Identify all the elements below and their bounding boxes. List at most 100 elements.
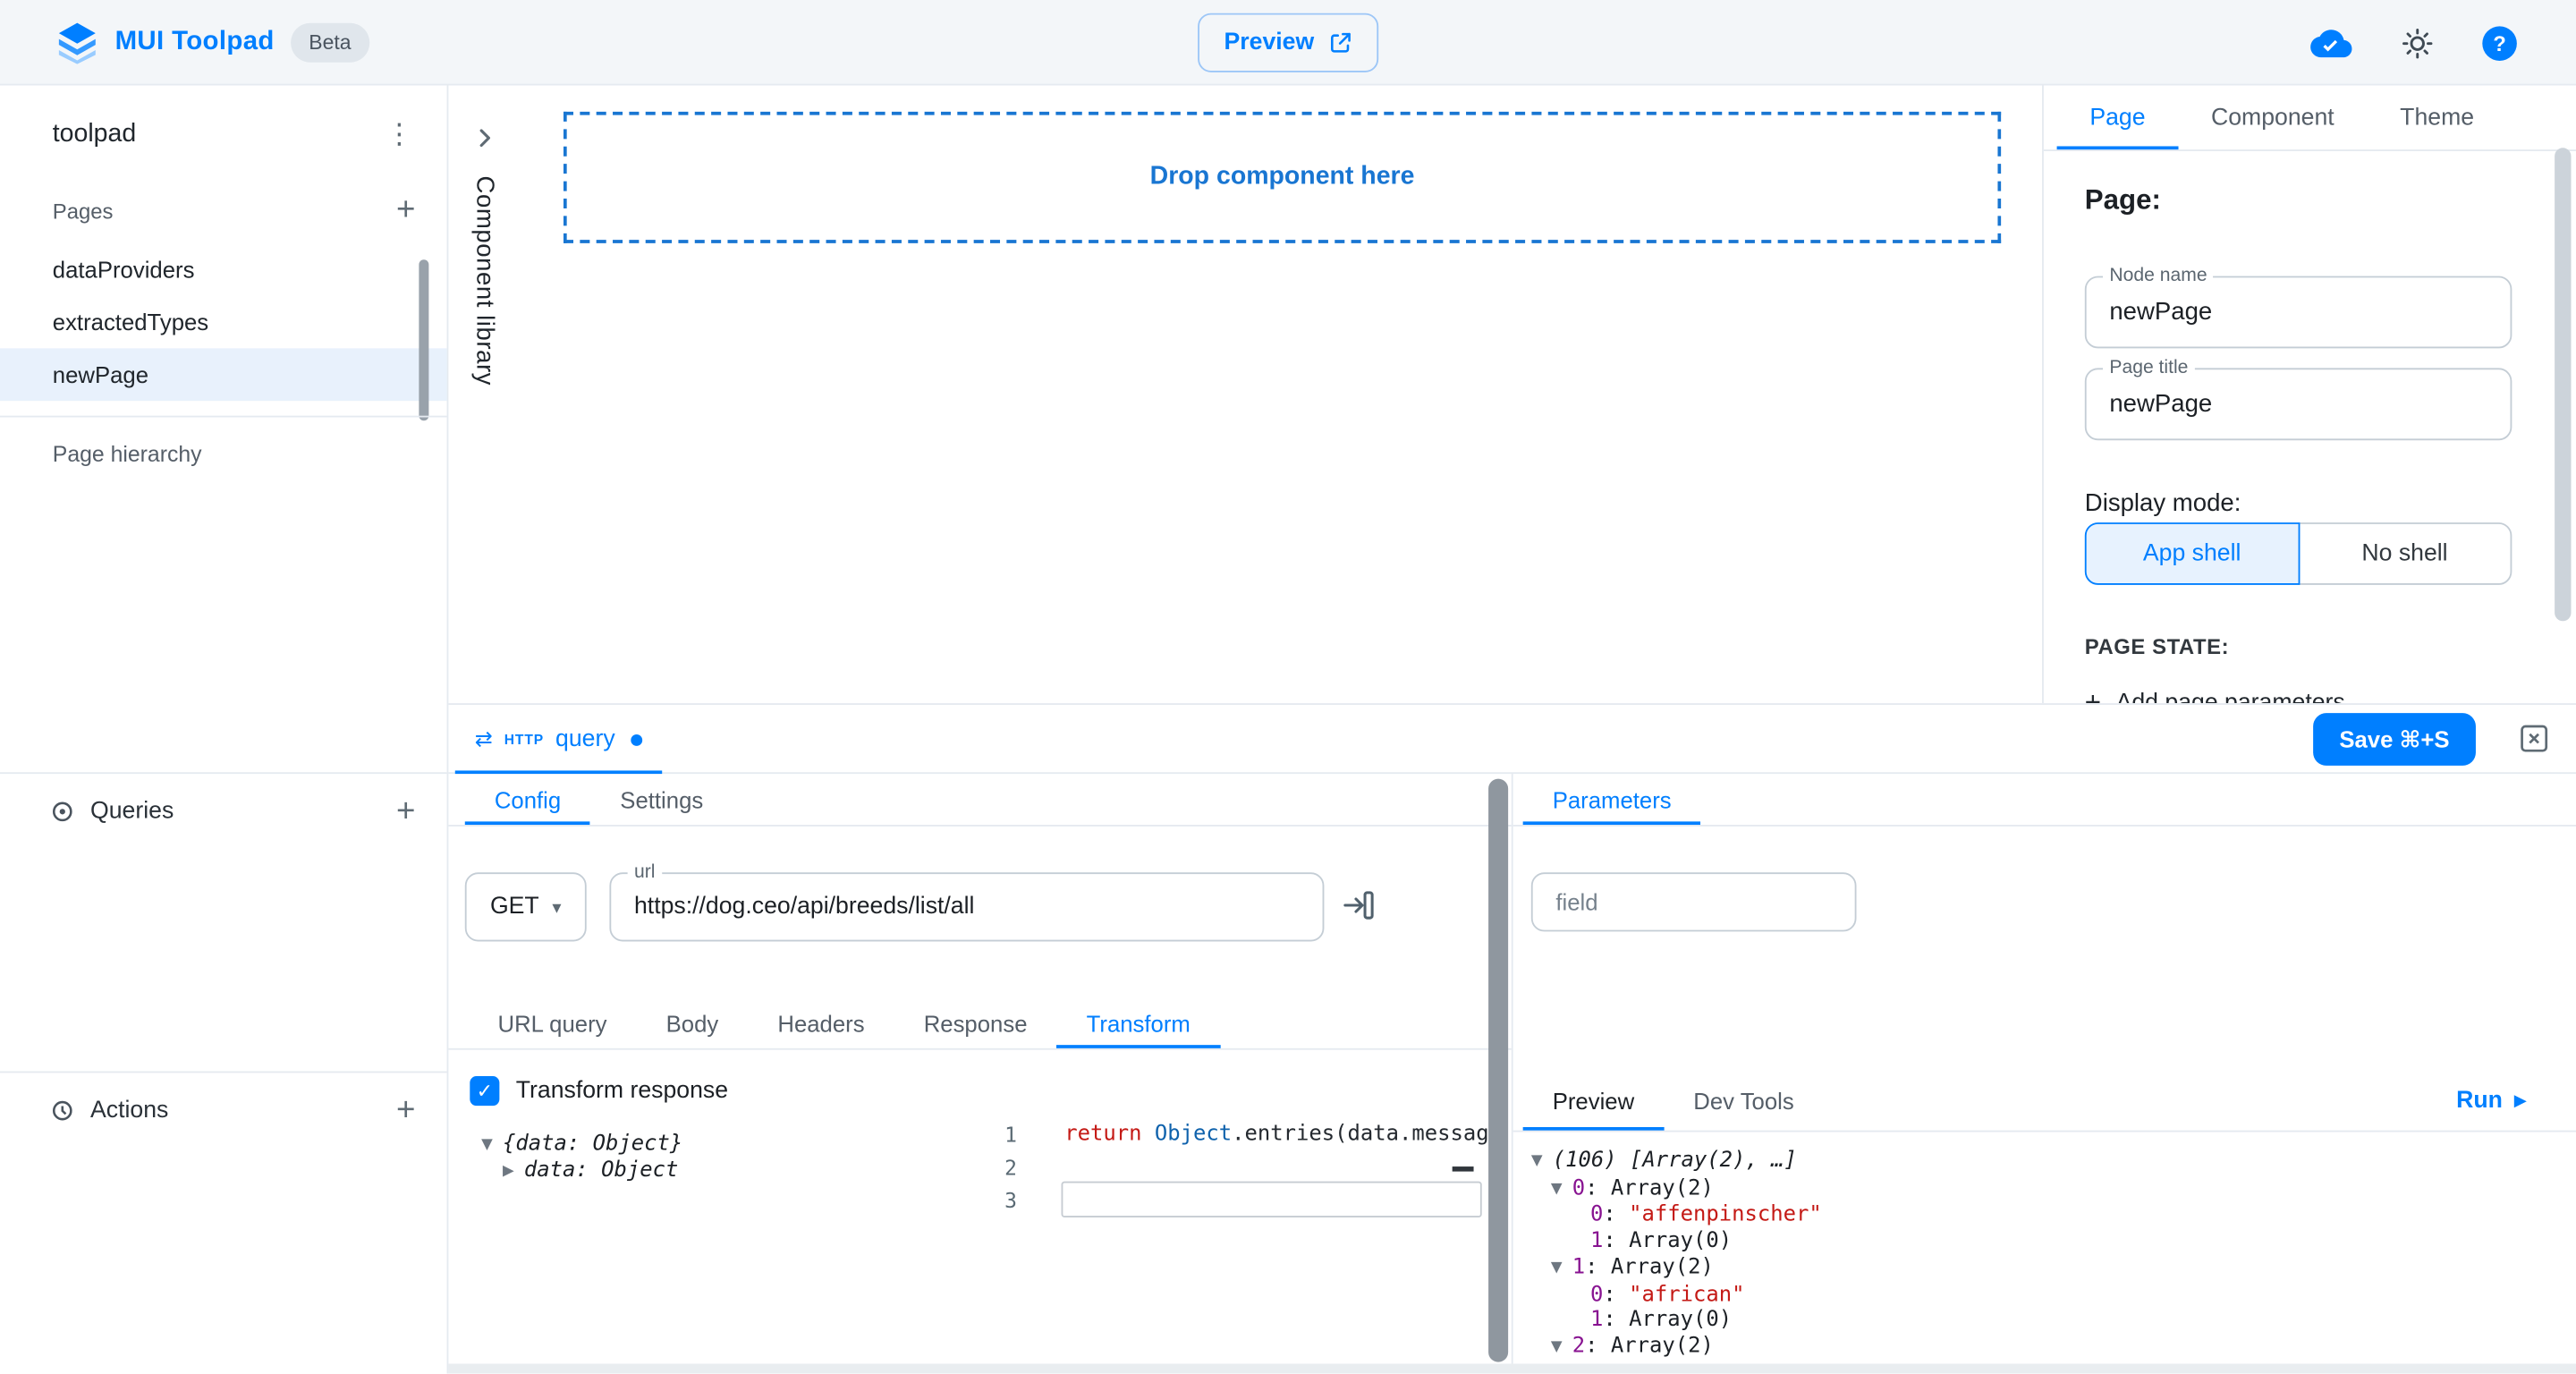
tree-child-row[interactable]: ▶data: Object: [481, 1158, 682, 1184]
editor-overflow-dash: [1453, 1166, 1474, 1172]
config-scrollbar-thumb[interactable]: [1488, 779, 1508, 1362]
tab-page[interactable]: Page: [2057, 86, 2179, 150]
code-line-1: return Object.entries(data.messag: [1064, 1119, 1488, 1152]
tab-config[interactable]: Config: [465, 774, 590, 825]
url-value: https://dog.ceo/api/breeds/list/all: [634, 894, 974, 920]
console-preview: (106) [Array(2), …]: [1553, 1149, 1797, 1174]
sidebar-scrollbar-thumb[interactable]: [419, 259, 428, 420]
code-editor[interactable]: 1 2 3 return Object.entries(data.messag: [948, 1106, 1484, 1363]
actions-section-row[interactable]: Actions +: [49, 1084, 427, 1137]
http-method-badge: HTTP: [504, 731, 544, 747]
tree-root-row[interactable]: ▼{data: Object}: [481, 1132, 682, 1158]
code-variable: data: [1348, 1122, 1400, 1147]
transform-response-label: Transform response: [516, 1078, 728, 1104]
divider: [0, 1072, 447, 1073]
console-row[interactable]: ▼1: Array(2): [1531, 1255, 2576, 1283]
tab-dev-tools[interactable]: Dev Tools: [1664, 1070, 1824, 1131]
add-action-button[interactable]: +: [385, 1090, 428, 1132]
help-icon[interactable]: ?: [2482, 25, 2517, 60]
page-title-field[interactable]: Page title newPage: [2085, 368, 2512, 440]
console-row[interactable]: ▼(106) [Array(2), …]: [1531, 1149, 2576, 1176]
app-title: MUI Toolpad: [115, 27, 275, 56]
close-panel-icon[interactable]: [2519, 723, 2550, 754]
tab-url-query[interactable]: URL query: [468, 997, 636, 1048]
tab-component[interactable]: Component: [2178, 86, 2367, 150]
run-button[interactable]: Run ▶: [2456, 1070, 2527, 1132]
page-item-newpage[interactable]: newPage: [0, 348, 447, 401]
tab-headers[interactable]: Headers: [748, 997, 894, 1048]
node-name-field[interactable]: Node name newPage: [2085, 276, 2512, 349]
console-value: :: [1603, 1283, 1629, 1308]
tab-body[interactable]: Body: [637, 997, 749, 1048]
queries-section-row[interactable]: Queries +: [49, 785, 427, 838]
inspector-heading: Page:: [2085, 184, 2161, 217]
collapse-caret-icon[interactable]: ▶: [503, 1158, 524, 1184]
cloud-sync-icon[interactable]: [2309, 25, 2352, 60]
url-field[interactable]: url https://dog.ceo/api/breeds/list/all: [609, 872, 1324, 941]
expand-caret-icon[interactable]: ▼: [481, 1132, 503, 1158]
theme-toggle-icon[interactable]: [2400, 25, 2435, 60]
parameter-field-placeholder: field: [1555, 889, 1597, 915]
brand[interactable]: MUI Toolpad Beta: [55, 21, 369, 64]
component-library-handle[interactable]: Component library: [462, 125, 507, 386]
query-tab[interactable]: ⇄ HTTP query: [448, 705, 669, 774]
project-menu-icon[interactable]: ⋮: [381, 118, 417, 151]
node-name-value: newPage: [2109, 298, 2212, 326]
page-item-extractedtypes[interactable]: extractedTypes: [0, 296, 447, 349]
no-shell-toggle[interactable]: No shell: [2298, 522, 2512, 585]
parameters-tabs: Parameters: [1513, 774, 2576, 827]
tree-child-label: data: Object: [524, 1158, 679, 1183]
console-row[interactable]: ▼0: Array(2): [1531, 1176, 2576, 1204]
tab-preview[interactable]: Preview: [1523, 1070, 1665, 1131]
console-string: "african": [1629, 1283, 1744, 1308]
pages-section-label: Pages: [53, 198, 114, 223]
unsaved-indicator-dot: [631, 734, 643, 745]
app-shell-toggle[interactable]: App shell: [2085, 522, 2300, 585]
expand-caret-icon[interactable]: ▼: [1531, 1150, 1553, 1176]
chevron-down-icon: ▾: [552, 896, 561, 918]
expand-caret-icon[interactable]: ▼: [1551, 1336, 1572, 1361]
component-library-label: Component library: [470, 176, 498, 386]
query-config-pane: Config Settings GET ▾ url https://dog.ce…: [448, 774, 1511, 1363]
add-page-parameters-button[interactable]: + Add page parameters: [2085, 687, 2345, 703]
console-row: 1: Array(0): [1531, 1308, 2576, 1334]
queries-label: Queries: [90, 799, 369, 825]
tab-transform[interactable]: Transform: [1057, 997, 1220, 1048]
console-row: 0: "african": [1531, 1283, 2576, 1309]
console-key: 1: [1590, 1308, 1603, 1333]
add-query-button[interactable]: +: [385, 790, 428, 833]
app-root: MUI Toolpad Beta Preview ? toolpad ⋮ Pag…: [0, 0, 2576, 1374]
open-url-icon[interactable]: [1341, 887, 1377, 923]
console-row: 0: "affenpinscher": [1531, 1203, 2576, 1229]
tab-response[interactable]: Response: [894, 997, 1057, 1048]
top-bar: MUI Toolpad Beta Preview ?: [0, 0, 2576, 86]
transform-response-checkbox[interactable]: ✓: [470, 1076, 499, 1106]
toolpad-logo-icon: [55, 21, 98, 64]
tab-settings[interactable]: Settings: [590, 774, 733, 825]
save-button[interactable]: Save ⌘+S: [2313, 713, 2476, 766]
tab-parameters[interactable]: Parameters: [1523, 774, 1701, 825]
plus-icon: +: [2085, 687, 2101, 703]
tab-theme[interactable]: Theme: [2367, 86, 2506, 150]
query-editor-panel: ⇄ HTTP query Save ⌘+S Config Settings GE…: [448, 703, 2576, 1373]
current-line-highlight: [1062, 1182, 1482, 1217]
parameter-field-input[interactable]: field: [1531, 872, 1857, 931]
inspector-scrollbar-thumb[interactable]: [2555, 148, 2571, 621]
line-number: 2: [948, 1152, 1017, 1185]
page-state-label: PAGE STATE:: [2085, 634, 2229, 659]
console-value: : Array(0): [1603, 1229, 1732, 1254]
preview-button[interactable]: Preview: [1198, 13, 1378, 72]
console-row[interactable]: ▼2: Array(2): [1531, 1334, 2576, 1361]
page-title-label: Page title: [2103, 357, 2195, 382]
add-page-button[interactable]: +: [385, 189, 428, 232]
config-tabs: Config Settings: [448, 774, 1511, 827]
drop-zone[interactable]: Drop component here: [564, 112, 2001, 243]
expand-caret-icon[interactable]: ▼: [1551, 1257, 1572, 1283]
project-header: toolpad ⋮: [53, 108, 418, 161]
drop-zone-label: Drop component here: [1150, 163, 1415, 192]
page-item-dataproviders[interactable]: dataProviders: [0, 243, 447, 296]
expand-caret-icon[interactable]: ▼: [1551, 1177, 1572, 1203]
inspector-panel: Page Component Theme Page: Node name new…: [2042, 86, 2576, 704]
http-method-select[interactable]: GET ▾: [465, 872, 587, 941]
horizontal-scrollbar-track[interactable]: [448, 1363, 2576, 1373]
